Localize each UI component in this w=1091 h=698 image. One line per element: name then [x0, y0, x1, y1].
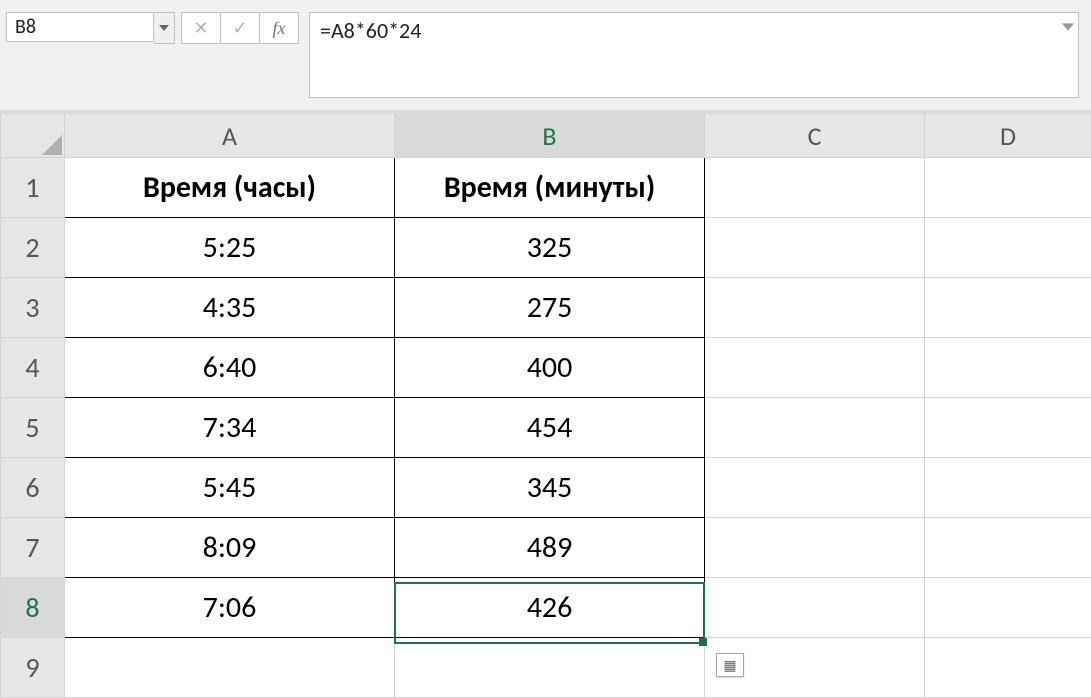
insert-function-button[interactable]: fx — [259, 12, 299, 44]
cell-a5[interactable]: 7:34 — [65, 398, 395, 458]
cell-b2[interactable]: 325 — [395, 218, 705, 278]
expand-formula-bar-button[interactable] — [1058, 13, 1078, 41]
chevron-down-icon — [159, 23, 169, 33]
cell-a3[interactable]: 4:35 — [65, 278, 395, 338]
row-header-2[interactable]: 2 — [1, 218, 65, 278]
row-header-9[interactable]: 9 — [1, 638, 65, 698]
column-header-c[interactable]: C — [705, 114, 925, 158]
cell-a9[interactable] — [65, 638, 395, 698]
cell-d5[interactable] — [925, 398, 1091, 458]
sheet-table: A B C D 1 Время (часы) Время (минуты) 2 … — [0, 113, 1091, 698]
formula-text: =A8*60*24 — [320, 17, 421, 44]
cell-b7[interactable]: 489 — [395, 518, 705, 578]
name-box-wrap: B8 — [0, 0, 175, 110]
formula-bar-buttons: ✕ ✓ fx — [181, 0, 299, 110]
cell-d6[interactable] — [925, 458, 1091, 518]
cell-b1[interactable]: Время (минуты) — [395, 158, 705, 218]
formula-input[interactable]: =A8*60*24 — [309, 12, 1079, 98]
cell-c1[interactable] — [705, 158, 925, 218]
row-header-7[interactable]: 7 — [1, 518, 65, 578]
cell-d7[interactable] — [925, 518, 1091, 578]
cell-c8[interactable] — [705, 578, 925, 638]
cell-a7[interactable]: 8:09 — [65, 518, 395, 578]
row-header-5[interactable]: 5 — [1, 398, 65, 458]
cell-a8[interactable]: 7:06 — [65, 578, 395, 638]
chevron-down-icon — [1062, 21, 1074, 33]
cell-b6[interactable]: 345 — [395, 458, 705, 518]
cell-b8[interactable]: 426 — [395, 578, 705, 638]
row-header-3[interactable]: 3 — [1, 278, 65, 338]
triangle-icon — [42, 135, 62, 155]
row-header-6[interactable]: 6 — [1, 458, 65, 518]
column-header-b[interactable]: B — [395, 114, 705, 158]
formula-bar: B8 ✕ ✓ fx =A8*60*24 — [0, 0, 1091, 113]
name-box-dropdown[interactable] — [154, 12, 175, 44]
cell-c3[interactable] — [705, 278, 925, 338]
cell-a1[interactable]: Время (часы) — [65, 158, 395, 218]
column-header-d[interactable]: D — [925, 114, 1091, 158]
cell-c2[interactable] — [705, 218, 925, 278]
name-box[interactable]: B8 — [6, 12, 154, 42]
cancel-button[interactable]: ✕ — [181, 12, 220, 44]
cell-d2[interactable] — [925, 218, 1091, 278]
autofill-icon: ▦ — [723, 657, 736, 674]
enter-button[interactable]: ✓ — [220, 12, 259, 44]
close-icon: ✕ — [193, 17, 208, 39]
column-header-a[interactable]: A — [65, 114, 395, 158]
cell-c5[interactable] — [705, 398, 925, 458]
cell-c6[interactable] — [705, 458, 925, 518]
cell-a6[interactable]: 5:45 — [65, 458, 395, 518]
row-header-8[interactable]: 8 — [1, 578, 65, 638]
check-icon: ✓ — [232, 17, 247, 39]
cell-d9[interactable] — [925, 638, 1091, 698]
cell-a4[interactable]: 6:40 — [65, 338, 395, 398]
cell-c4[interactable] — [705, 338, 925, 398]
cell-a2[interactable]: 5:25 — [65, 218, 395, 278]
cell-d8[interactable] — [925, 578, 1091, 638]
fx-icon: fx — [273, 18, 286, 39]
cell-d4[interactable] — [925, 338, 1091, 398]
cell-c7[interactable] — [705, 518, 925, 578]
excel-app: B8 ✕ ✓ fx =A8*60*24 — [0, 0, 1091, 698]
cell-b3[interactable]: 275 — [395, 278, 705, 338]
row-header-1[interactable]: 1 — [1, 158, 65, 218]
cell-b5[interactable]: 454 — [395, 398, 705, 458]
autofill-options-button[interactable]: ▦ — [716, 653, 744, 677]
cell-b4[interactable]: 400 — [395, 338, 705, 398]
cell-d3[interactable] — [925, 278, 1091, 338]
select-all-corner[interactable] — [1, 114, 65, 158]
cell-b9[interactable] — [395, 638, 705, 698]
spreadsheet-grid[interactable]: A B C D 1 Время (часы) Время (минуты) 2 … — [0, 113, 1091, 698]
cell-d1[interactable] — [925, 158, 1091, 218]
row-header-4[interactable]: 4 — [1, 338, 65, 398]
